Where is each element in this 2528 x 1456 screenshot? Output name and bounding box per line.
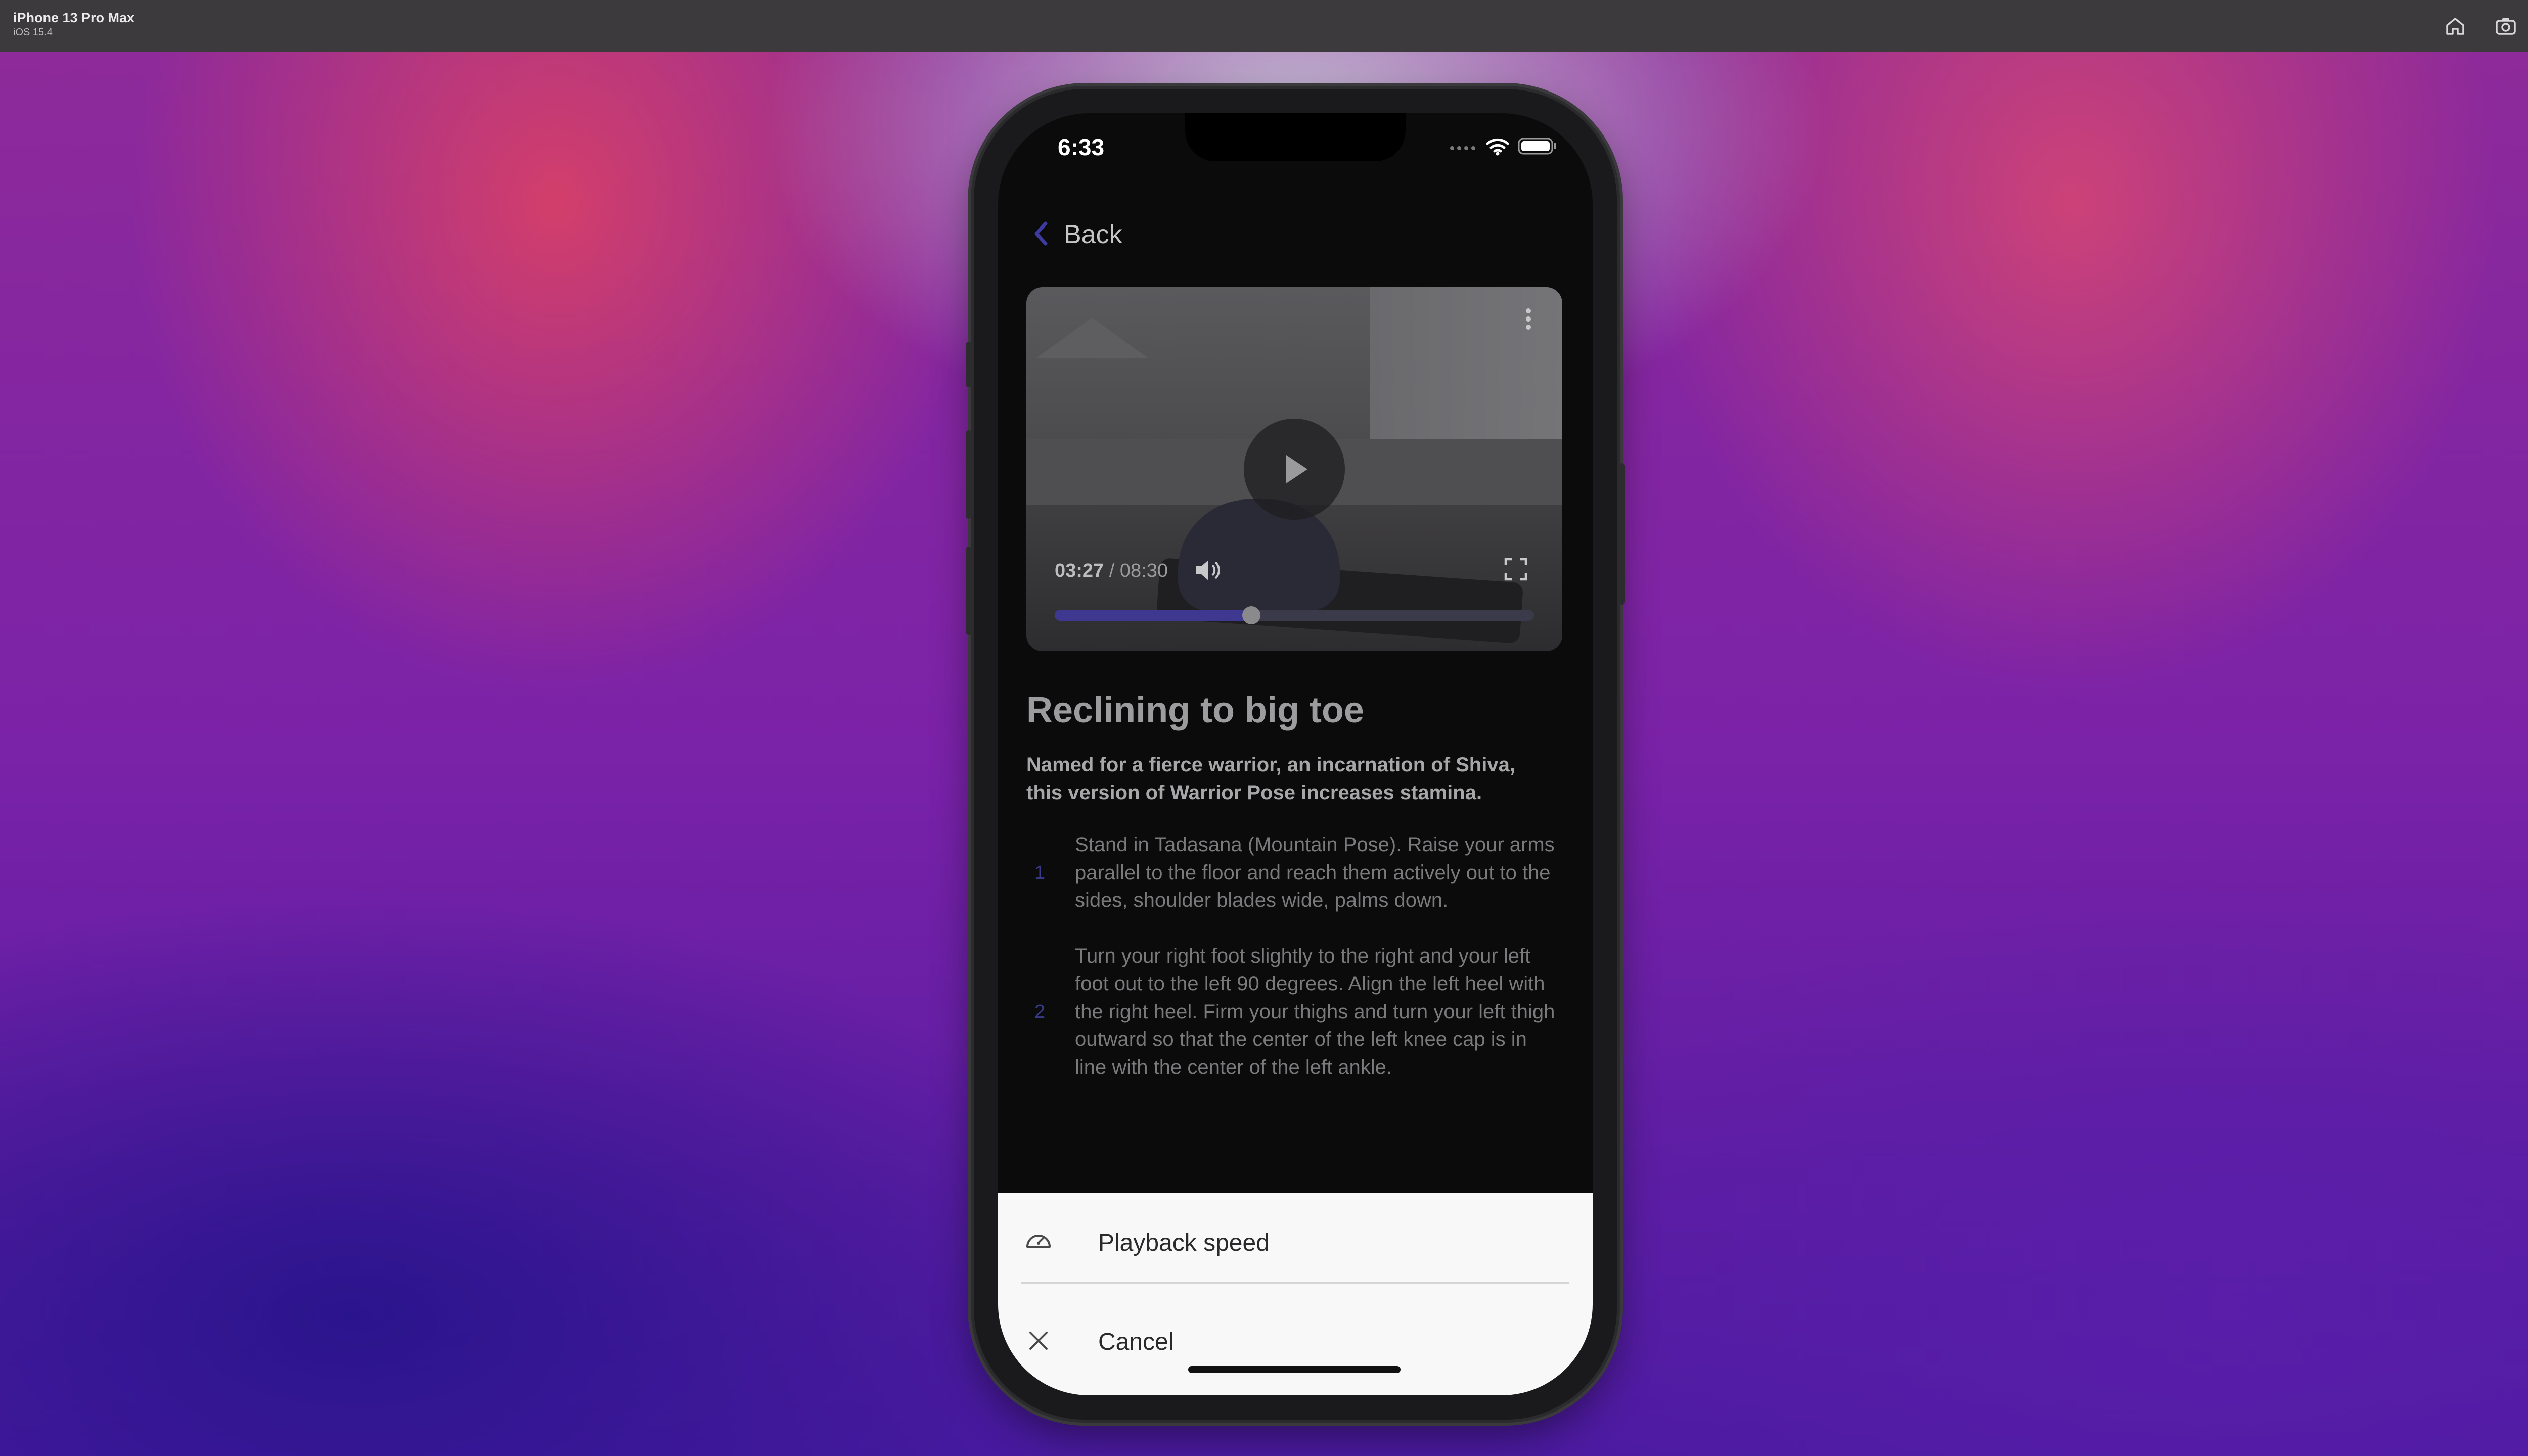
volume-down-button [966, 547, 972, 635]
step-item: 2 Turn your right foot slightly to the r… [1026, 942, 1562, 1081]
speedometer-icon [1023, 1226, 1054, 1259]
step-number-badge: 2 [1026, 942, 1075, 1081]
power-button [1619, 463, 1625, 605]
home-icon[interactable] [2442, 13, 2468, 39]
playback-time: 03:27 / 08:30 [1055, 560, 1168, 582]
video-progress-fill [1055, 610, 1251, 621]
current-time: 03:27 [1055, 560, 1104, 581]
exercise-title: Reclining to big toe [1026, 690, 1364, 731]
chevron-left-icon [1033, 220, 1049, 249]
volume-up-button [966, 430, 972, 519]
video-player[interactable]: 03:27 / 08:30 [1026, 287, 1562, 651]
video-frame-umbrella [1036, 317, 1148, 358]
video-progress-bar[interactable] [1055, 606, 1534, 624]
cancel-label: Cancel [1098, 1328, 1174, 1355]
screenshot-icon[interactable] [2493, 13, 2519, 39]
cancel-option[interactable]: Cancel [998, 1292, 1593, 1391]
step-number-badge: 1 [1026, 831, 1075, 915]
step-number: 1 [1034, 862, 1046, 883]
back-label: Back [1064, 220, 1122, 249]
device-os-version: iOS 15.4 [13, 27, 53, 38]
step-item: 1 Stand in Tadasana (Mountain Pose). Rai… [1026, 831, 1562, 915]
close-icon [1023, 1326, 1054, 1358]
action-sheet: Playback speed Cancel [998, 1193, 1593, 1395]
exercise-description: Named for a fierce warrior, an incarnati… [1026, 754, 1515, 804]
notch [1185, 113, 1406, 161]
fullscreen-icon[interactable] [1503, 556, 1529, 584]
sheet-divider [1021, 1282, 1569, 1284]
duration: 08:30 [1119, 560, 1168, 581]
phone-screen: 6:33 Back 03:27 / 08:30 Reclining to big… [998, 113, 1593, 1395]
volume-icon[interactable] [1193, 556, 1224, 586]
time-separator: / [1104, 560, 1120, 581]
step-text: Turn your right foot slightly to the rig… [1075, 945, 1555, 1078]
step-number: 2 [1034, 1001, 1046, 1022]
more-options-icon[interactable] [1525, 307, 1532, 333]
home-indicator[interactable] [1188, 1366, 1401, 1373]
device-name: iPhone 13 Pro Max [13, 10, 135, 25]
play-icon [1286, 455, 1307, 483]
play-button[interactable] [1244, 419, 1345, 520]
simulator-title-bar: iPhone 13 Pro Max iOS 15.4 [0, 0, 2528, 52]
iphone-device-frame: 6:33 Back 03:27 / 08:30 Reclining to big… [966, 89, 1625, 1420]
silent-switch [966, 342, 972, 387]
exercise-detail-screen: Back 03:27 / 08:30 Reclining to big toe … [998, 113, 1593, 1395]
back-button[interactable]: Back [1033, 219, 1122, 250]
playback-speed-option[interactable]: Playback speed [998, 1193, 1593, 1292]
video-progress-knob[interactable] [1242, 606, 1260, 624]
step-text: Stand in Tadasana (Mountain Pose). Raise… [1075, 834, 1555, 912]
playback-speed-label: Playback speed [1098, 1229, 1270, 1256]
